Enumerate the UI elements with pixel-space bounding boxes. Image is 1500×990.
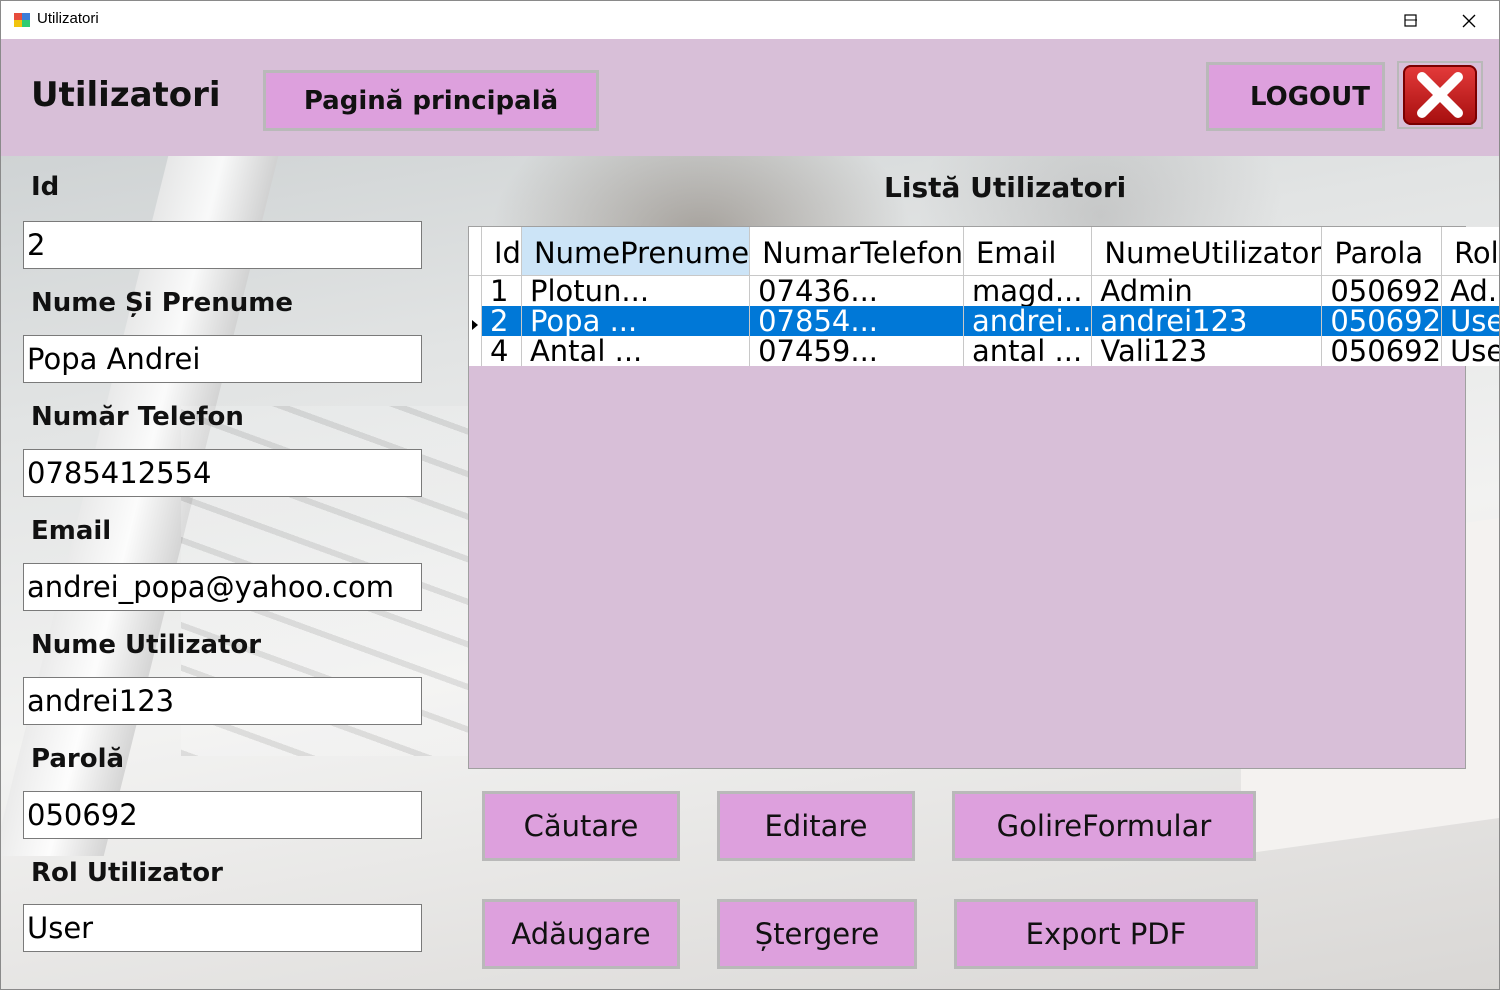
role-label: Rol Utilizator [31,858,223,888]
cell-email[interactable]: magd... [963,275,1093,306]
name-label: Nume Și Prenume [31,288,293,318]
row-header-corner [469,227,482,276]
email-label: Email [31,516,112,546]
add-button[interactable]: Adăugare [482,899,680,969]
cell-numar-telefon[interactable]: 07854... [749,305,964,336]
maximize-button[interactable] [1383,1,1441,39]
email-field[interactable]: andrei_popa@yahoo.com [23,563,422,611]
id-label: Id [31,172,60,202]
window-title: Utilizatori [37,10,99,27]
maximize-icon [1404,14,1417,27]
minimize-button-area [1325,1,1383,39]
search-button[interactable]: Căutare [482,791,680,861]
close-icon [1462,14,1476,28]
app-icon [14,13,30,27]
col-header-rol[interactable]: Rol [1441,227,1499,276]
cell-numar-telefon[interactable]: 07459... [749,335,964,366]
cell-email[interactable]: andrei... [963,305,1093,336]
table-row[interactable]: 4 Antal ... 07459... antal ... Vali123 0… [469,335,1499,366]
big-close-icon [1403,65,1477,125]
page-title: Utilizatori [31,75,221,115]
close-button[interactable] [1441,1,1499,39]
col-header-email[interactable]: Email [963,227,1093,276]
edit-button[interactable]: Editare [717,791,915,861]
logout-button[interactable]: LOGOUT [1206,62,1385,131]
cell-nume-prenume[interactable]: Antal ... [521,335,751,366]
cell-parola[interactable]: 050692 [1321,335,1443,366]
cell-parola[interactable]: 050692 [1321,305,1443,336]
table-row[interactable]: 1 Plotun... 07436... magd... Admin 05069… [469,275,1499,306]
cell-rol[interactable]: Ad... [1441,275,1499,306]
cell-nume-utilizator[interactable]: andrei123 [1091,305,1323,336]
home-button[interactable]: Pagină principală [263,70,599,131]
row-pointer-icon [472,319,478,330]
row-header[interactable] [469,335,482,366]
cell-nume-utilizator[interactable]: Vali123 [1091,335,1323,366]
password-label: Parolă [31,744,125,774]
password-field[interactable]: 050692 [23,791,422,839]
col-header-nume-prenume[interactable]: NumePrenume [521,227,751,276]
col-header-id[interactable]: Id [481,227,522,276]
header-bar: Utilizatori Pagină principală LOGOUT [1,39,1499,156]
cell-id[interactable]: 2 [481,305,522,336]
delete-button[interactable]: Ștergere [717,899,917,969]
cell-id[interactable]: 4 [481,335,522,366]
role-field[interactable]: User [23,904,422,952]
users-grid[interactable]: Id NumePrenume NumarTelefon Email NumeUt… [468,226,1499,769]
list-title: Listă Utilizatori [884,171,1127,204]
cell-parola[interactable]: 050692 [1321,275,1443,306]
exit-button[interactable] [1397,61,1483,129]
name-field[interactable]: Popa Andrei [23,335,422,383]
cell-nume-prenume[interactable]: Plotun... [521,275,751,306]
cell-email[interactable]: antal ... [963,335,1093,366]
table-header-row: Id NumePrenume NumarTelefon Email NumeUt… [469,227,1499,276]
cell-numar-telefon[interactable]: 07436... [749,275,964,306]
username-label: Nume Utilizator [31,630,262,660]
cell-nume-utilizator[interactable]: Admin [1091,275,1323,306]
title-bar: Utilizatori [1,1,1499,39]
cell-rol[interactable]: User [1441,305,1499,336]
phone-label: Număr Telefon [31,402,244,432]
users-table: Id NumePrenume NumarTelefon Email NumeUt… [469,227,1499,366]
phone-field[interactable]: 0785412554 [23,449,422,497]
cell-nume-prenume[interactable]: Popa ... [521,305,751,336]
export-pdf-button[interactable]: Export PDF [954,899,1258,969]
main-content: Id 2 Nume Și Prenume Popa Andrei Număr T… [1,156,1499,989]
cell-id[interactable]: 1 [481,275,522,306]
col-header-parola[interactable]: Parola [1321,227,1443,276]
cell-rol[interactable]: User [1441,335,1499,366]
clear-form-button[interactable]: GolireFormular [952,791,1256,861]
col-header-nume-utilizator[interactable]: NumeUtilizator [1091,227,1323,276]
row-header[interactable] [469,275,482,306]
col-header-numar-telefon[interactable]: NumarTelefon [749,227,964,276]
window: Utilizatori Utilizatori Pagină principal… [0,0,1500,990]
id-field[interactable]: 2 [23,221,422,269]
table-row-selected[interactable]: 2 Popa ... 07854... andrei... andrei123 … [469,305,1499,336]
row-header[interactable] [469,305,482,336]
username-field[interactable]: andrei123 [23,677,422,725]
